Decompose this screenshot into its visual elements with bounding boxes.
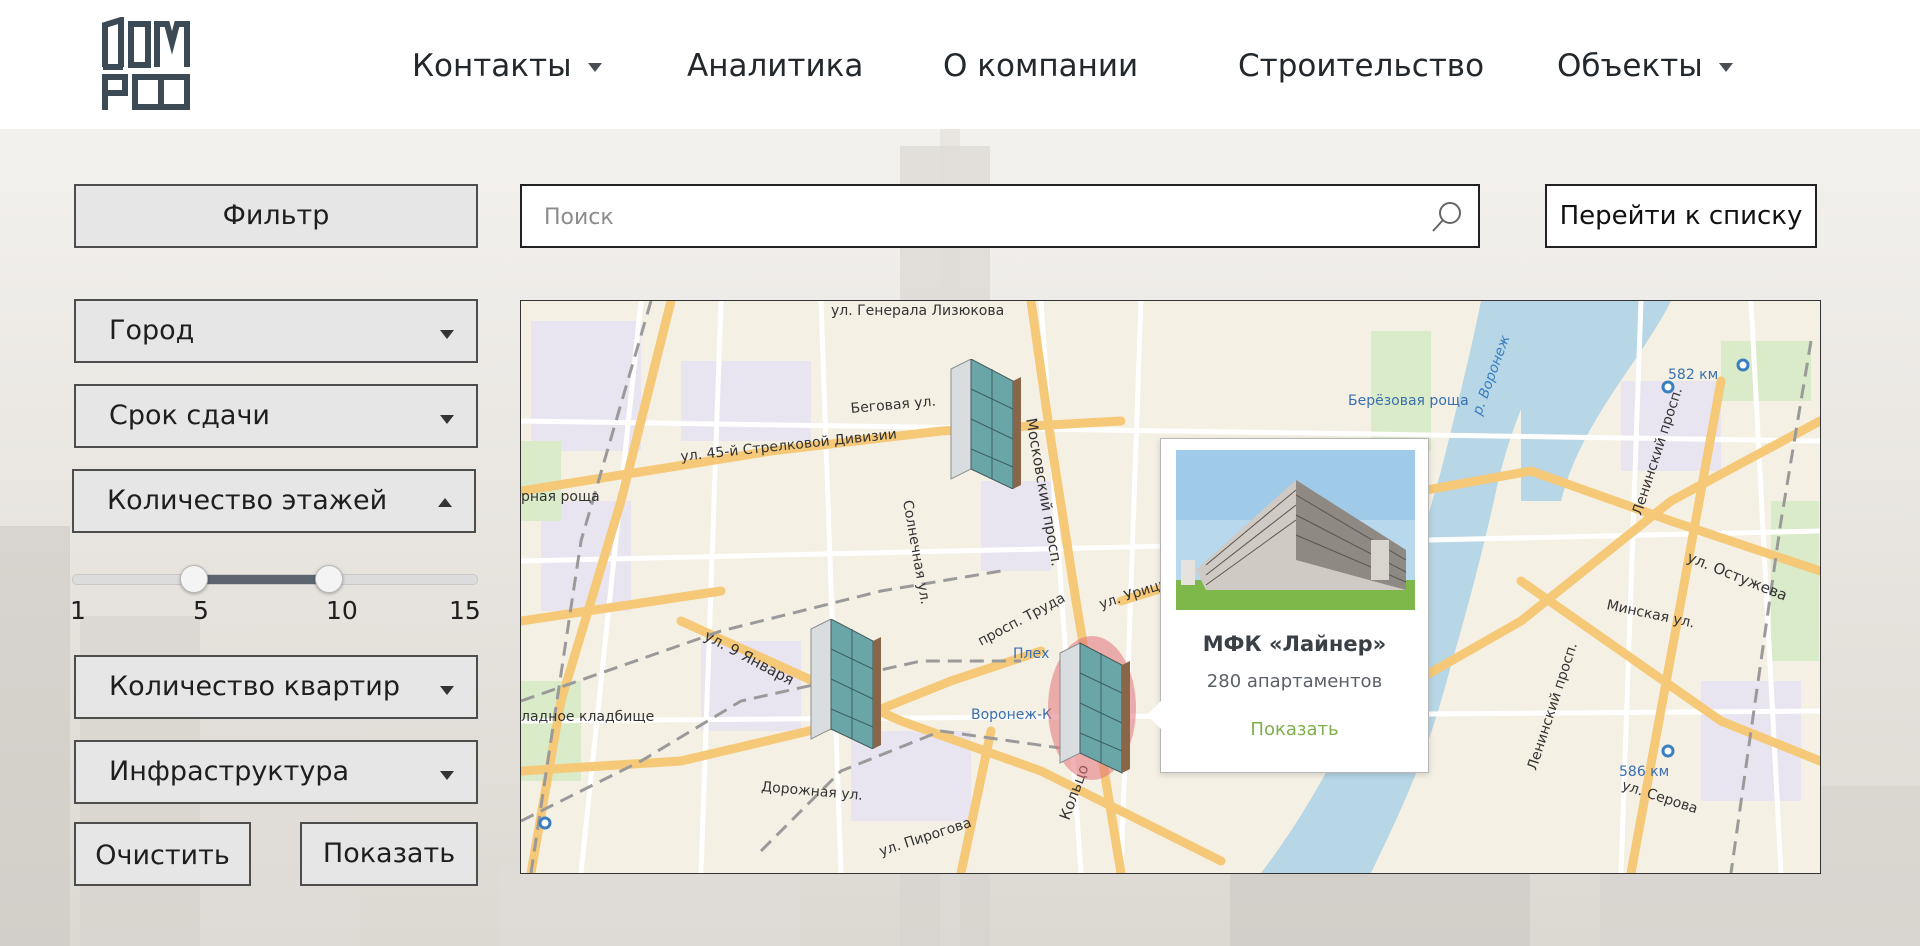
infrastructure-dropdown-label: Инфраструктура (109, 756, 350, 787)
nav-about-label: О компании (943, 48, 1139, 84)
popup-subtitle: 280 апартаментов (1206, 671, 1383, 692)
svg-text:ул. Генерала Лизюкова: ул. Генерала Лизюкова (831, 303, 1004, 319)
apartments-dropdown[interactable]: Количество квартир (74, 655, 478, 719)
search-box (520, 184, 1480, 248)
chevron-down-icon (440, 415, 454, 424)
search-icon[interactable] (1430, 200, 1464, 234)
nav-about[interactable]: О компании (943, 48, 1138, 84)
deadline-dropdown-label: Срок сдачи (109, 400, 270, 431)
svg-text:рная роща: рная роща (521, 489, 600, 505)
site-header: Контакты Аналитика О компании Строительс… (0, 0, 1920, 129)
svg-text:ул. Серова: ул. Серова (1620, 778, 1700, 818)
clear-button[interactable]: Очистить (74, 822, 251, 886)
apartments-dropdown-label: Количество квартир (109, 671, 400, 702)
show-button-label: Показать (322, 838, 456, 869)
nav-objects[interactable]: Объекты (1557, 48, 1733, 84)
building-marker[interactable] (943, 359, 1021, 489)
floors-dropdown[interactable]: Количество этажей (72, 469, 476, 533)
go-to-list-label: Перейти к списку (1559, 201, 1803, 231)
svg-text:Воронеж-К: Воронеж-К (971, 707, 1052, 723)
svg-text:ул. Пирогова: ул. Пирогова (877, 815, 973, 860)
floors-range-slider[interactable] (72, 565, 478, 618)
nav-analytics[interactable]: Аналитика (687, 48, 863, 84)
filter-button-label: Фильтр (222, 200, 330, 231)
chevron-down-icon (587, 63, 602, 72)
slider-min-handle[interactable] (179, 565, 208, 593)
object-photo[interactable] (1176, 450, 1415, 610)
nav-analytics-label: Аналитика (687, 48, 864, 84)
popup-title: МФК «Лайнер» (1202, 632, 1387, 656)
city-dropdown[interactable]: Город (74, 299, 478, 363)
deadline-dropdown[interactable]: Срок сдачи (74, 384, 478, 448)
clear-button-label: Очистить (95, 840, 230, 871)
infrastructure-dropdown[interactable]: Инфраструктура (74, 740, 478, 804)
nav-contacts[interactable]: Контакты (412, 48, 602, 84)
svg-text:Плех: Плех (1013, 646, 1049, 662)
chevron-up-icon (438, 498, 452, 507)
building-marker-selected[interactable] (1045, 633, 1137, 783)
svg-text:Беговая ул.: Беговая ул. (850, 394, 937, 417)
svg-text:582 км: 582 км (1668, 367, 1718, 383)
chevron-down-icon (440, 330, 454, 339)
show-button[interactable]: Показать (300, 822, 478, 886)
dom-rf-logo[interactable] (99, 17, 191, 112)
slider-tick-5: 5 (193, 596, 209, 625)
slider-max-handle[interactable] (315, 565, 344, 593)
nav-construction-label: Строительство (1238, 48, 1485, 84)
slider-tick-10: 10 (326, 596, 358, 625)
chevron-down-icon (440, 686, 454, 695)
popup-pointer (1147, 701, 1161, 729)
go-to-list-button[interactable]: Перейти к списку (1545, 184, 1817, 248)
slider-tick-1: 1 (70, 596, 86, 625)
nav-contacts-label: Контакты (412, 48, 572, 84)
nav-objects-label: Объекты (1557, 48, 1703, 84)
chevron-down-icon (1718, 63, 1733, 72)
search-input[interactable] (542, 196, 1426, 238)
city-dropdown-label: Город (109, 315, 195, 346)
filter-button[interactable]: Фильтр (74, 184, 478, 248)
nav-construction[interactable]: Строительство (1238, 48, 1484, 84)
chevron-down-icon (440, 771, 454, 780)
svg-text:Ленинский просп.: Ленинский просп. (1525, 641, 1581, 773)
object-popup: МФК «Лайнер» 280 апартаментов Показать (1147, 438, 1429, 773)
floors-dropdown-label: Количество этажей (107, 485, 388, 516)
svg-text:Берёзовая роща: Берёзовая роща (1348, 393, 1469, 409)
svg-text:ладное кладбище: ладное кладбище (521, 709, 654, 725)
slider-selected-range (192, 575, 329, 584)
slider-tick-15: 15 (449, 596, 481, 625)
popup-show-link[interactable]: Показать (1161, 719, 1428, 740)
building-marker[interactable] (803, 619, 881, 749)
